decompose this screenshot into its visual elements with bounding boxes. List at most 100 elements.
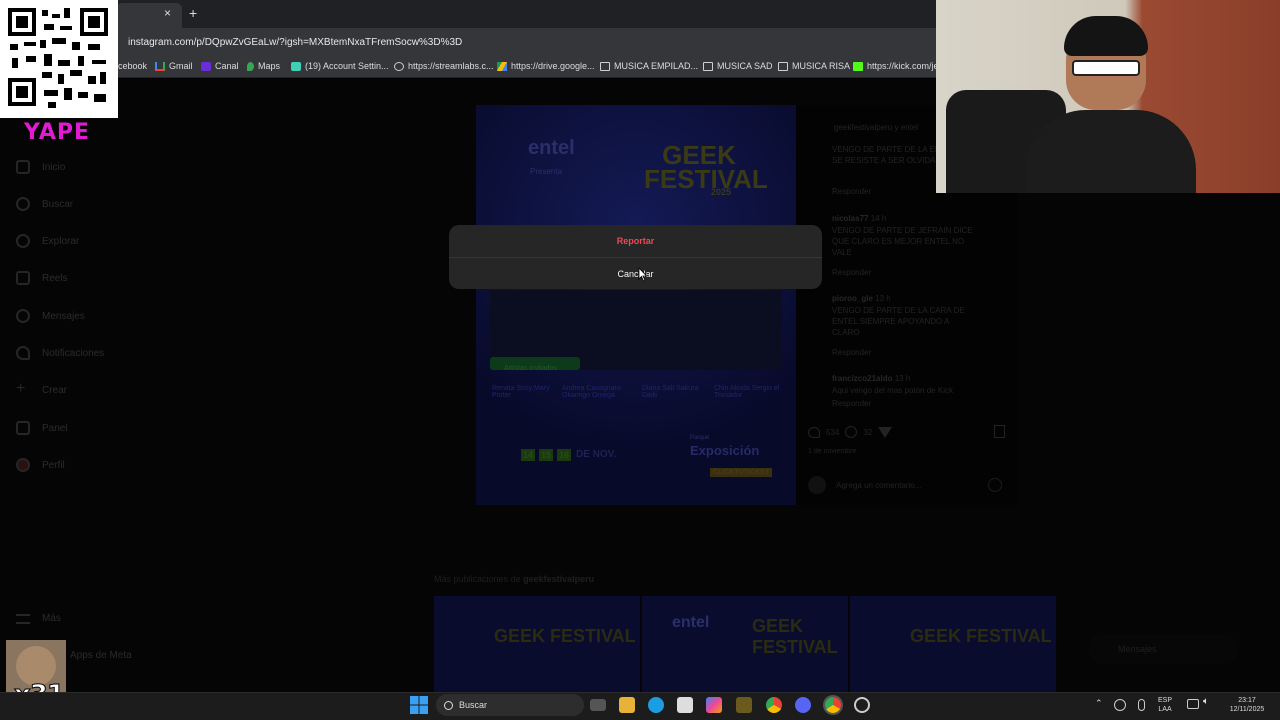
emoji-icon[interactable] [988,478,1002,492]
task-view-icon[interactable] [590,699,606,711]
comment-3-user[interactable]: pioroo_gle 13 h [832,293,891,304]
bookmark-gmail[interactable]: Gmail [155,61,193,71]
comment-input[interactable]: Agrega un comentario... [808,474,1008,496]
bookmark-musica-empilad[interactable]: MUSICA EMPILAD... [600,61,698,71]
sidebar-item-panel[interactable]: Panel [16,421,68,435]
post-date-day-3: 16 [557,449,572,461]
comment-4-text: Aqui vengo del mas potón de Kick [832,386,953,395]
mouse-cursor-icon [638,268,647,282]
plus-icon: + [16,380,26,397]
clock[interactable]: 23:17 12/11/2025 [1224,696,1270,714]
post-image[interactable]: entel Presenta GEEK FESTIVAL 2025 Renata… [476,105,796,505]
messages-pill[interactable]: Mensajes [1088,634,1238,664]
copilot-icon[interactable] [706,697,722,713]
new-tab-button[interactable]: + [189,5,197,21]
volume-icon[interactable]: 🔈︎ [1203,697,1209,707]
post-guest-2: Andrea Cavagnaro Okamigo Omega [562,385,621,399]
folder-icon [703,61,713,71]
taskbar-search[interactable]: Buscar [436,694,584,716]
qr-code-overlay [0,0,118,118]
post-festival-year: 2025 [711,187,732,197]
cancel-button[interactable]: Cancelar [449,257,822,289]
post-header[interactable]: geekfestivalperu y entel [834,122,918,133]
share-icon[interactable] [878,426,893,438]
sidebar-item-inicio[interactable]: Inicio [16,160,65,174]
comment-4-reply[interactable]: Responder [832,398,871,409]
panel-icon [16,421,30,435]
sidebar-item-meta[interactable]: Apps de Meta [70,650,132,661]
webcam-person [1026,16,1196,193]
comment-icon[interactable] [845,426,858,438]
edge-icon[interactable] [648,697,664,713]
bookmark-account[interactable]: (19) Account Settin... [291,61,389,71]
close-tab-icon[interactable]: × [164,6,171,20]
options-dialog: Reportar Cancelar [449,225,822,289]
like-count: 534 [826,427,840,437]
sidebar-item-mensajes[interactable]: Mensajes [16,309,85,323]
game-icon[interactable] [736,697,752,713]
post-brand: entel [528,137,575,159]
post-date-day-2: 15 [539,449,554,461]
heart-icon [16,346,30,360]
gmail-icon [155,61,165,71]
comment-count: 32 [863,427,873,437]
more-post-thumb-2[interactable]: entel GEEK FESTIVAL [642,596,848,696]
report-button[interactable]: Reportar [449,225,822,257]
discord-icon[interactable] [795,697,811,713]
sync-icon[interactable] [1114,699,1126,711]
file-explorer-icon[interactable] [619,697,635,713]
bookmark-drive[interactable]: https://drive.google... [497,61,595,71]
avatar [808,476,826,494]
comment-2-reply[interactable]: Responder [832,267,871,278]
language-indicator[interactable]: ESP LAA [1158,696,1172,714]
sidebar-item-buscar[interactable]: Buscar [16,197,73,211]
sidebar-item-reels[interactable]: Reels [16,271,68,285]
network-icon[interactable] [1187,699,1199,709]
bookmark-maps[interactable]: Maps [247,61,280,71]
profile-icon [16,458,30,472]
bookmark-facebook[interactable]: cebook [118,61,147,71]
folder-icon [778,61,788,71]
bookmark-canal[interactable]: Canal [201,61,239,71]
bookmark-musica-risa[interactable]: MUSICA RISA [778,61,850,71]
obs-icon[interactable] [854,697,870,713]
more-post-thumb-3[interactable]: GEEK FESTIVAL [850,596,1056,696]
microphone-icon[interactable] [1138,699,1145,711]
comment-1-reply[interactable]: Responder [832,186,871,197]
webcam-overlay [936,0,1280,193]
url-text[interactable]: instagram.com/p/DQpwZvGEaLw/?igsh=MXBtem… [128,37,462,48]
comment-2-user[interactable]: nicolas77 14 h [832,213,886,224]
sidebar-item-explorar[interactable]: Explorar [16,234,79,248]
post-actions: 534 32 [808,426,893,438]
save-icon[interactable] [994,425,1005,438]
search-icon [16,197,30,211]
sidebar-item-perfil[interactable]: Perfil [16,458,65,472]
comment-4-user[interactable]: francizco21aldo 13 h [832,373,910,384]
windows-taskbar [0,692,1280,720]
active-tab[interactable] [116,3,182,28]
maps-icon [247,61,254,71]
like-icon[interactable] [808,426,820,438]
compass-icon [16,234,30,248]
more-post-thumb-1[interactable]: GEEK FESTIVAL [434,596,640,696]
notepad-icon[interactable] [677,697,693,713]
chrome-active-icon[interactable] [825,697,841,713]
bookmark-musica-sad[interactable]: MUSICA SAD [703,61,773,71]
post-festival-title: GEEK FESTIVAL [644,140,768,194]
chevron-up-icon[interactable]: ⌃ [1095,699,1103,708]
post-guest-4: Chin Akuda Sergio el Tronador [714,385,780,399]
bookmark-streamlabs[interactable]: https://streamlabs.c... [394,61,494,71]
comment-2-text: VENGO DE PARTE DE JEFRAIN DICE QUE CLARO… [832,226,973,257]
sidebar-item-mas[interactable]: Más [16,613,61,624]
youtube-icon [201,61,211,71]
sidebar-item-notificaciones[interactable]: Notificaciones [16,346,104,360]
comment-3-reply[interactable]: Responder [832,347,871,358]
reels-icon [16,271,30,285]
post-guest-3: Diana Salt Sakura Daiki [642,385,699,399]
windows-start-icon[interactable] [410,696,428,714]
post-guest-1: Renata Sosy Mary Porter [492,385,550,399]
yape-logo: YAPE [24,120,91,145]
chrome-icon[interactable] [766,697,782,713]
sidebar-item-crear[interactable]: + Crear [16,380,67,397]
bookmark-kick[interactable]: https://kick.com/jef [853,61,941,71]
